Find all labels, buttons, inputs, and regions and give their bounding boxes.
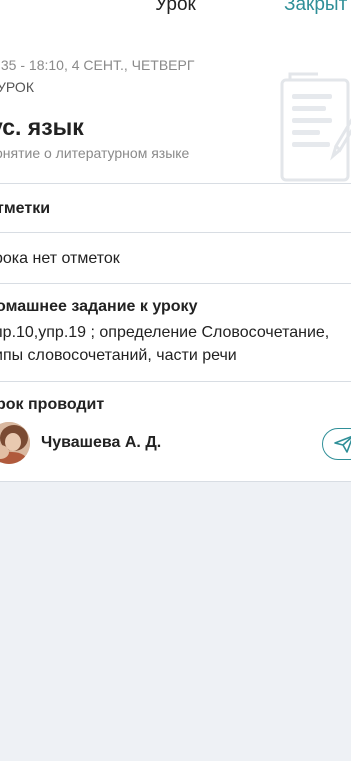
homework-title: омашнее задание к уроку	[0, 298, 198, 315]
teacher-name: Чувашева А. Д.	[41, 434, 162, 451]
teacher-section: рок проводит	[0, 381, 351, 482]
marks-title: тметки	[0, 200, 51, 217]
marks-header-row: тметки	[0, 183, 351, 232]
teacher-title: рок проводит	[0, 396, 105, 413]
homework-text-line-1: пр.10,упр.19 ; определение Словосочетани…	[0, 324, 330, 341]
lesson-topic: онятие о литературном языке	[0, 145, 190, 161]
lesson-subject: ус. язык	[0, 114, 84, 140]
document-edit-illustration	[280, 72, 351, 182]
send-message-button[interactable]	[322, 428, 351, 460]
lesson-header: Урок Закрыт :35 - 18:10, 4 СЕНТ., ЧЕТВЕР…	[0, 0, 351, 183]
marks-content-row: рока нет отметок	[0, 232, 351, 283]
homework-section: омашнее задание к уроку пр.10,упр.19 ; о…	[0, 283, 351, 381]
lesson-time: :35 - 18:10, 4 СЕНТ., ЧЕТВЕРГ	[0, 57, 195, 73]
paper-plane-icon	[334, 435, 351, 453]
homework-text-line-2: ипы словосочетаний, части речи	[0, 347, 237, 364]
marks-text: рока нет отметок	[0, 250, 120, 267]
section-divider	[0, 481, 351, 482]
close-button[interactable]: Закрыт	[284, 0, 347, 16]
lesson-type: УРОК	[0, 79, 34, 95]
